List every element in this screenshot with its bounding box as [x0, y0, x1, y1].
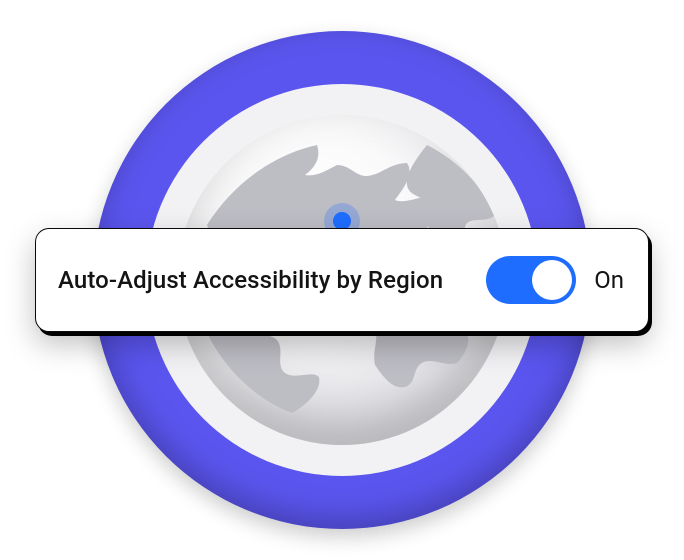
setting-label: Auto-Adjust Accessibility by Region: [58, 266, 468, 294]
setting-card: Auto-Adjust Accessibility by Region On: [35, 228, 649, 332]
illustration-stage: Auto-Adjust Accessibility by Region On: [0, 0, 684, 560]
accessibility-region-toggle[interactable]: [486, 256, 576, 304]
location-pin-icon: [333, 212, 351, 230]
toggle-state-label: On: [594, 266, 624, 294]
toggle-knob-icon: [532, 260, 572, 300]
